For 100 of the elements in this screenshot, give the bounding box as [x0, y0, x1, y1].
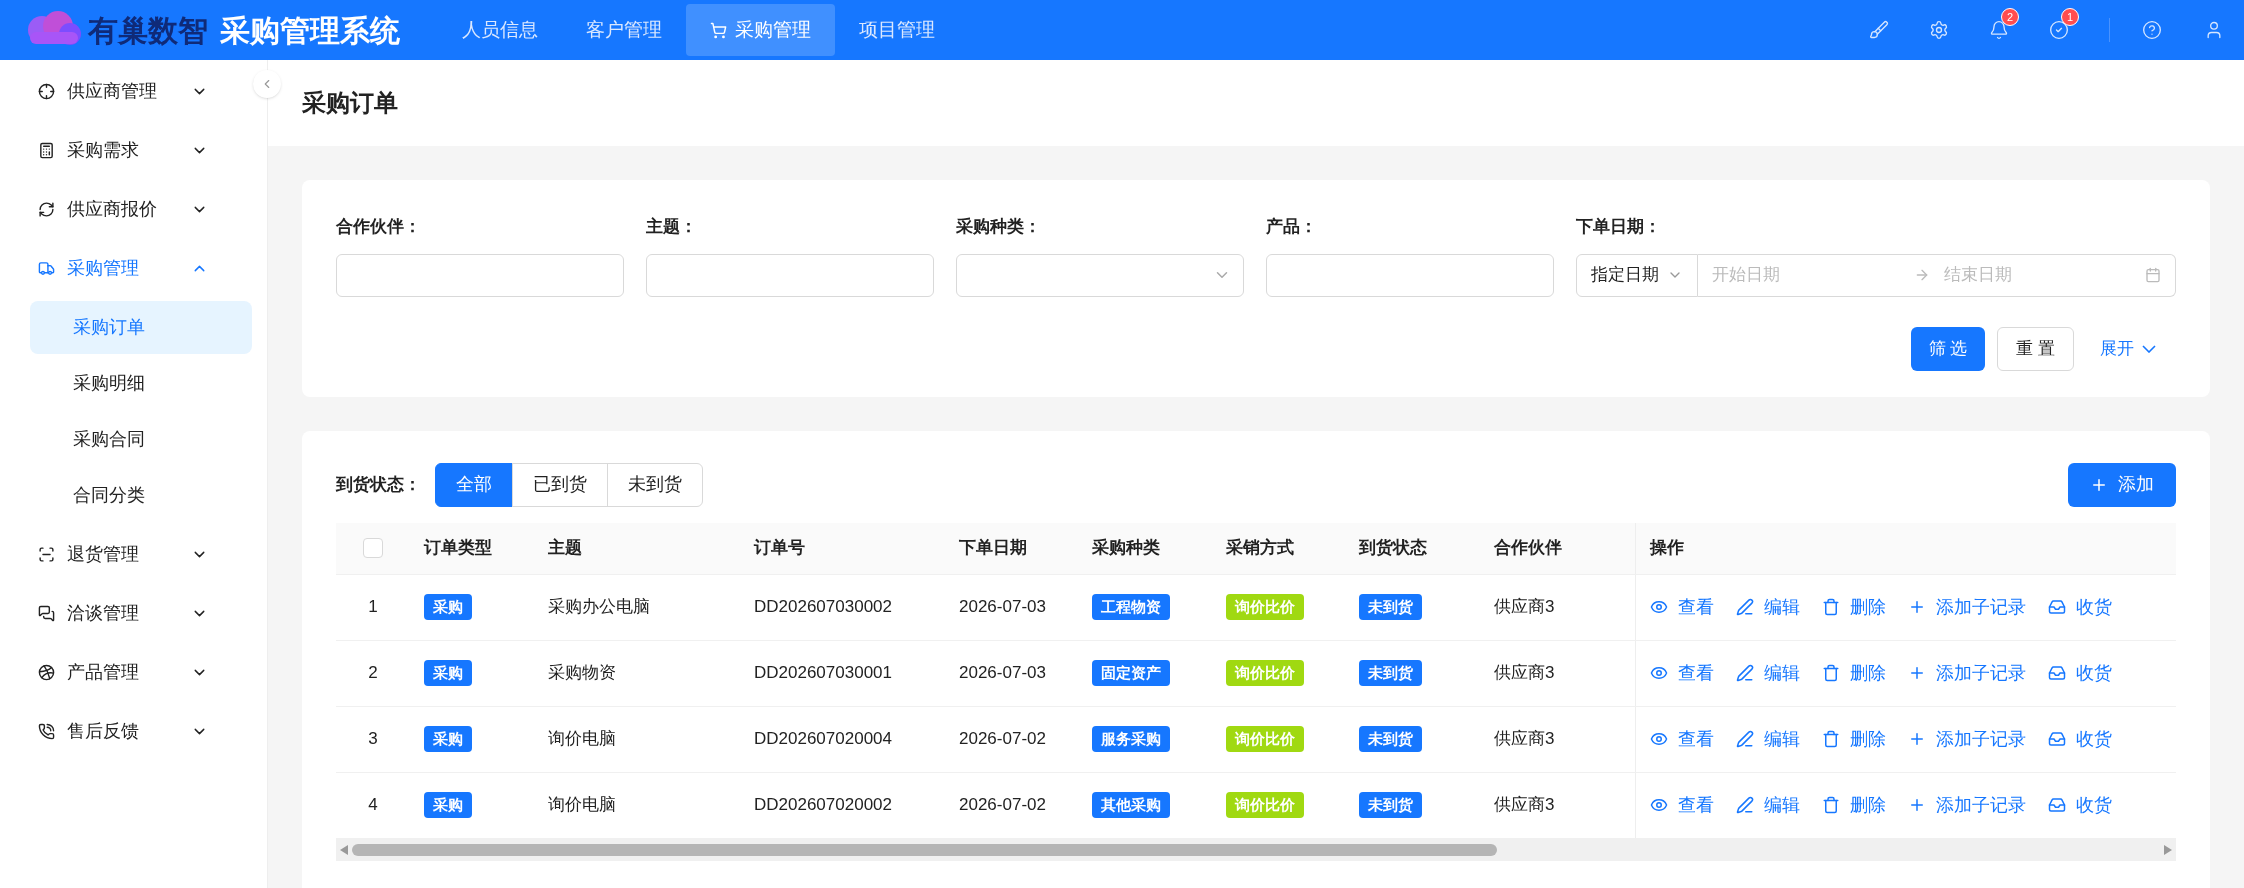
column-header: 操作 [1650, 537, 1684, 560]
trash-icon [1822, 598, 1840, 616]
action-link[interactable]: 编辑 [1736, 725, 1800, 753]
column-header: 采购种类 [1092, 538, 1160, 558]
status-tag: 未到货 [1359, 791, 1422, 819]
brush-button[interactable] [1869, 20, 1889, 40]
logo-text: 有巢数智 [88, 12, 208, 49]
status-option[interactable]: 未到货 [607, 462, 703, 507]
menu-item[interactable]: 售后反馈 [0, 702, 248, 761]
submenu-item[interactable]: 采购明细 [30, 357, 252, 410]
action-link[interactable]: 收货 [2048, 659, 2112, 687]
collapse-button[interactable] [253, 70, 281, 98]
category-tag: 其他采购 [1092, 791, 1170, 819]
input-field[interactable] [336, 253, 624, 297]
menu-item[interactable]: 采购需求 [0, 121, 248, 180]
action-link[interactable]: 查看 [1650, 791, 1714, 819]
input-field[interactable] [1266, 253, 1554, 297]
checkbox[interactable] [363, 538, 383, 558]
action-link[interactable]: 收货 [2048, 593, 2112, 621]
status-tag: 未到货 [1359, 659, 1422, 687]
date-mode-select[interactable]: 指定日期 [1576, 253, 1698, 297]
submenu-item[interactable]: 采购合同 [30, 413, 252, 466]
pen-icon [1736, 598, 1754, 616]
action-link[interactable]: 删除 [1822, 659, 1886, 687]
truck-icon [38, 260, 55, 277]
action-link[interactable]: 收货 [2048, 725, 2112, 753]
count-badge: 1 [2061, 8, 2080, 26]
menu-item[interactable]: 退货管理 [0, 525, 248, 584]
table-cell: DD202607030002 [754, 597, 892, 617]
cart-icon [710, 21, 727, 39]
horizontal-scrollbar[interactable] [336, 838, 2176, 861]
settings-button[interactable] [1929, 20, 1949, 40]
select-field[interactable] [956, 253, 1244, 297]
nav-tab[interactable]: 客户管理 [562, 4, 686, 56]
table-cell: 采购办公电脑 [548, 597, 650, 617]
status-option[interactable]: 已到货 [512, 462, 608, 507]
refresh-icon [38, 201, 55, 218]
ball-icon [38, 664, 55, 681]
scroll-right-icon [2164, 844, 2172, 855]
trash-icon [1822, 730, 1840, 748]
count-badge: 2 [2001, 8, 2020, 26]
action-link[interactable]: 添加子记录 [1908, 725, 2026, 753]
action-link[interactable]: 添加子记录 [1908, 593, 2026, 621]
submenu-item[interactable]: 合同分类 [30, 469, 252, 522]
plus-icon [1908, 730, 1926, 748]
reset-button[interactable]: 重 置 [1997, 326, 2074, 371]
action-link[interactable]: 查看 [1650, 725, 1714, 753]
trash-icon [1822, 664, 1840, 682]
category-tag: 工程物资 [1092, 593, 1170, 621]
eye-icon [1650, 664, 1668, 682]
app-title: 采购管理系统 [220, 12, 400, 49]
column-header: 主题 [548, 538, 582, 558]
menu-item[interactable]: 采购管理 [0, 239, 248, 298]
action-link[interactable]: 查看 [1650, 593, 1714, 621]
check-circle-button[interactable] [2049, 20, 2069, 40]
action-link[interactable]: 收货 [2048, 791, 2112, 819]
column-header: 订单类型 [424, 538, 492, 558]
field-label: 主题： [646, 216, 698, 238]
table-cell: 2026-07-02 [959, 795, 1046, 815]
chat-icon [38, 605, 55, 622]
menu-item[interactable]: 供应商管理 [0, 62, 248, 121]
input-field[interactable] [646, 253, 934, 297]
action-link[interactable]: 添加子记录 [1908, 659, 2026, 687]
table-cell: 2026-07-03 [959, 663, 1046, 683]
eye-icon [1650, 730, 1668, 748]
menu-item[interactable]: 洽谈管理 [0, 584, 248, 643]
action-link[interactable]: 查看 [1650, 659, 1714, 687]
action-link[interactable]: 删除 [1822, 791, 1886, 819]
scrollbar-thumb[interactable] [352, 843, 1497, 856]
phone-icon [38, 723, 55, 740]
order-type-tag: 采购 [424, 659, 472, 687]
menu-item[interactable]: 产品管理 [0, 643, 248, 702]
action-link[interactable]: 编辑 [1736, 791, 1800, 819]
crosshair-icon [38, 83, 55, 100]
nav-tab[interactable]: 项目管理 [835, 4, 959, 56]
page-title: 采购订单 [302, 88, 398, 118]
method-tag: 询价比价 [1226, 659, 1304, 687]
inbox-icon [2048, 730, 2066, 748]
expand-link[interactable]: 展开 [2100, 335, 2156, 362]
help-button[interactable] [2142, 20, 2162, 40]
action-link[interactable]: 编辑 [1736, 593, 1800, 621]
plus-icon [1908, 796, 1926, 814]
bell-button[interactable] [1989, 20, 2009, 40]
status-option[interactable]: 全部 [435, 462, 513, 507]
menu-item[interactable]: 供应商报价 [0, 180, 248, 239]
action-link[interactable]: 删除 [1822, 593, 1886, 621]
action-link[interactable]: 添加子记录 [1908, 791, 2026, 819]
filter-button[interactable]: 筛 选 [1910, 326, 1986, 371]
table-cell: DD202607020004 [754, 729, 892, 749]
submenu-item[interactable]: 采购订单 [30, 301, 252, 354]
action-link[interactable]: 删除 [1822, 725, 1886, 753]
row-number: 2 [368, 662, 378, 685]
method-tag: 询价比价 [1226, 725, 1304, 753]
add-button[interactable]: 添加 [2068, 462, 2176, 507]
status-tag: 未到货 [1359, 593, 1422, 621]
method-tag: 询价比价 [1226, 593, 1304, 621]
action-link[interactable]: 编辑 [1736, 659, 1800, 687]
scroll-left-icon [340, 844, 348, 855]
nav-tab[interactable]: 人员信息 [438, 4, 562, 56]
nav-tab[interactable]: 采购管理 [686, 4, 835, 56]
